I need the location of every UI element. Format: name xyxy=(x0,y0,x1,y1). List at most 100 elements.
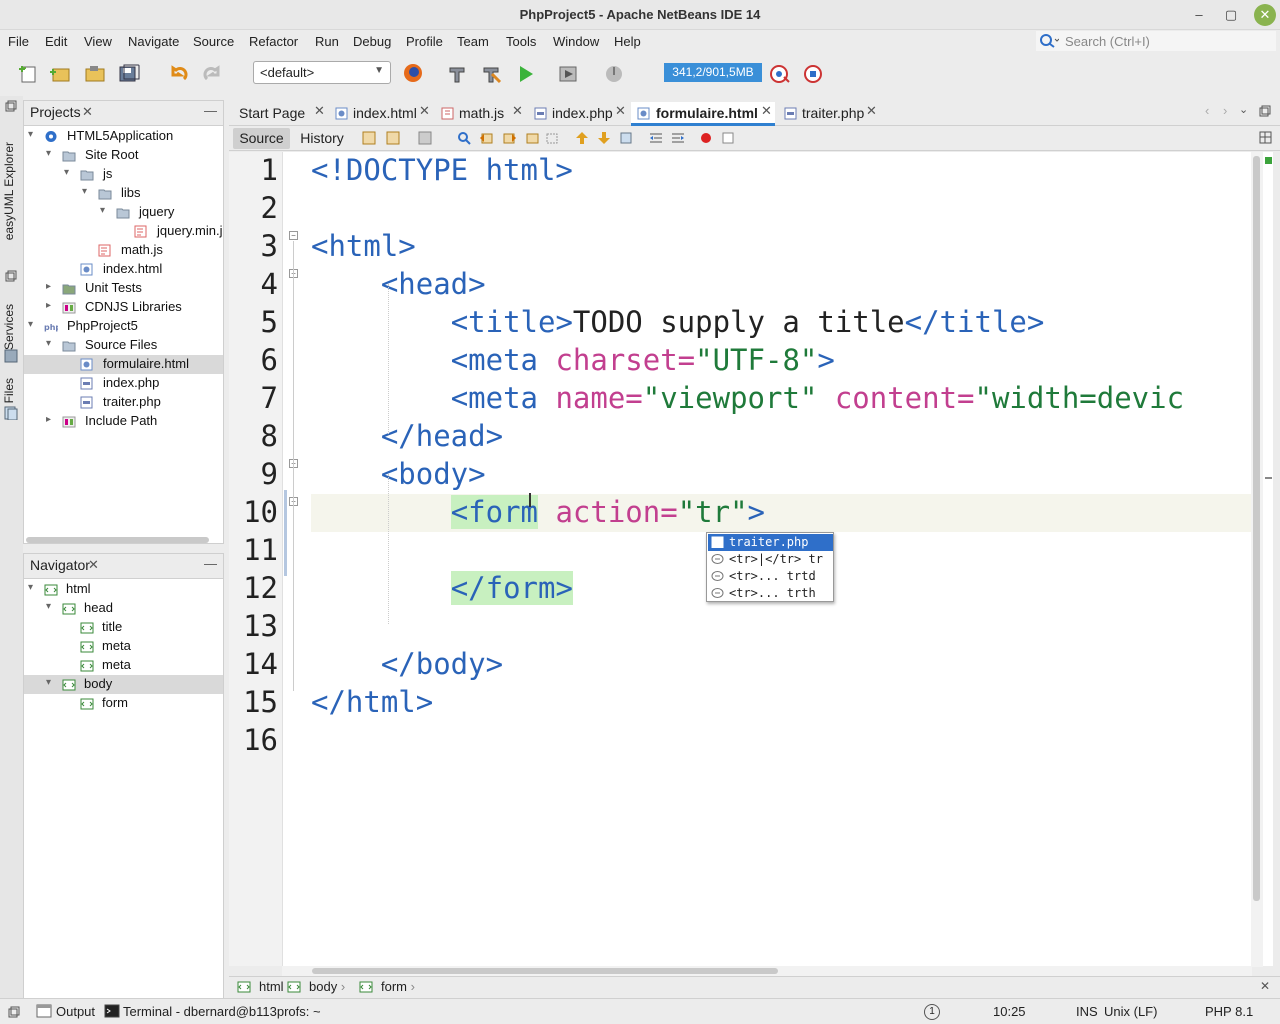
chevron-down-icon[interactable]: ▾ xyxy=(28,582,38,593)
next-bookmark-icon[interactable] xyxy=(597,131,612,145)
output-tab[interactable]: Output xyxy=(56,1004,95,1019)
menu-tools[interactable]: Tools xyxy=(506,34,536,49)
navigator-panel-title[interactable]: Navigator xyxy=(30,557,90,573)
tree-item[interactable]: formulaire.html xyxy=(24,355,223,374)
chevron-down-icon[interactable]: ▾ xyxy=(46,677,56,688)
navigator-item[interactable]: ▾ head xyxy=(24,599,223,618)
tree-item[interactable]: ▾ libs xyxy=(24,184,223,203)
fold-toggle[interactable]: − xyxy=(289,231,298,240)
tree-item[interactable]: index.php xyxy=(24,374,223,393)
save-all-icon[interactable] xyxy=(118,64,140,84)
close-icon[interactable]: ✕ xyxy=(82,104,93,120)
menu-file[interactable]: File xyxy=(8,34,29,49)
tree-item[interactable]: ▾ php PhpProject5 xyxy=(24,317,223,336)
redo-icon[interactable] xyxy=(202,64,224,84)
code-line[interactable]: <head> xyxy=(311,267,486,301)
completion-item[interactable]: <tr>... trtd xyxy=(708,568,833,585)
stop-macro-icon[interactable] xyxy=(721,131,736,145)
scroll-tabs-left-icon[interactable]: ‹ xyxy=(1205,103,1209,118)
tree-item[interactable]: ▸ Include Path xyxy=(24,412,223,431)
restore-window-icon[interactable] xyxy=(5,270,17,282)
record-macro-icon[interactable] xyxy=(699,131,714,145)
chevron-down-icon[interactable]: ▾ xyxy=(46,148,56,159)
code-line[interactable]: <title>TODO supply a title</title> xyxy=(311,305,1045,339)
menu-team[interactable]: Team xyxy=(457,34,489,49)
find-selection-icon[interactable] xyxy=(525,131,540,145)
horizontal-scrollbar[interactable] xyxy=(282,966,1252,976)
navigator-item[interactable]: form xyxy=(24,694,223,713)
menu-refactor[interactable]: Refactor xyxy=(249,34,298,49)
tab-math-js[interactable]: math.js ✕ xyxy=(437,102,527,126)
previous-bookmark-icon[interactable] xyxy=(575,131,590,145)
chevron-down-icon[interactable]: ▾ xyxy=(46,338,56,349)
search-input[interactable]: Search (Ctrl+I) xyxy=(1036,31,1276,51)
chevron-down-icon[interactable]: ▾ xyxy=(82,186,92,197)
php-version[interactable]: PHP 8.1 xyxy=(1205,1004,1253,1019)
side-tab-services[interactable]: Services xyxy=(2,304,16,350)
breadcrumb-item[interactable]: html › xyxy=(237,979,292,994)
projects-panel-title[interactable]: Projects xyxy=(30,104,81,120)
toggle-bookmark-icon[interactable] xyxy=(619,131,634,145)
error-stripe-caret-mark[interactable] xyxy=(1265,477,1272,479)
configuration-select[interactable]: <default> ▼ xyxy=(253,61,391,84)
build-icon[interactable] xyxy=(446,64,468,84)
code-line[interactable]: <meta charset="UTF-8"> xyxy=(311,343,835,377)
tab-formulaire-html[interactable]: formulaire.html ✕ xyxy=(631,102,775,126)
tree-item[interactable]: math.js xyxy=(24,241,223,260)
scroll-tabs-right-icon[interactable]: › xyxy=(1223,103,1227,118)
code-line[interactable]: <body> xyxy=(311,457,486,491)
close-icon[interactable]: ✕ xyxy=(761,103,772,119)
vertical-scrollbar[interactable] xyxy=(1251,152,1263,967)
terminal-tab[interactable]: Terminal - dbernard@b113profs: ~ xyxy=(123,1004,321,1019)
toggle-highlight-icon[interactable] xyxy=(545,131,560,145)
find-icon[interactable] xyxy=(457,131,472,145)
tree-item[interactable]: ▾ Source Files xyxy=(24,336,223,355)
error-stripe-ok-indicator[interactable] xyxy=(1265,157,1272,164)
chevron-down-icon[interactable]: ▾ xyxy=(46,601,56,612)
close-window-button[interactable]: ✕ xyxy=(1254,4,1276,26)
minimize-panel-icon[interactable]: — xyxy=(204,103,217,118)
profile-project-icon[interactable] xyxy=(604,64,626,84)
menu-debug[interactable]: Debug xyxy=(353,34,391,49)
new-file-icon[interactable] xyxy=(18,64,40,84)
tree-item[interactable]: index.html xyxy=(24,260,223,279)
insert-mode[interactable]: INS xyxy=(1076,1004,1098,1019)
breadcrumb-item[interactable]: form › xyxy=(359,979,415,994)
menu-source[interactable]: Source xyxy=(193,34,234,49)
horizontal-scrollbar[interactable] xyxy=(26,537,209,543)
find-previous-icon[interactable] xyxy=(479,131,494,145)
shift-right-icon[interactable] xyxy=(671,131,686,145)
chevron-down-icon[interactable]: ▾ xyxy=(28,129,38,140)
caret-position[interactable]: 10:25 xyxy=(993,1004,1026,1019)
tree-item[interactable]: ▾ js xyxy=(24,165,223,184)
tab-index-html[interactable]: index.html ✕ xyxy=(331,102,431,126)
menu-help[interactable]: Help xyxy=(614,34,641,49)
history-view-button[interactable]: History xyxy=(294,128,350,149)
menu-navigate[interactable]: Navigate xyxy=(128,34,179,49)
tree-item[interactable]: ▾ jquery xyxy=(24,203,223,222)
code-line[interactable]: </form> xyxy=(311,571,573,605)
line-endings[interactable]: Unix (LF) xyxy=(1104,1004,1157,1019)
breadcrumb-item[interactable]: body › xyxy=(287,979,345,994)
code-line[interactable]: <form action="tr"> xyxy=(311,495,765,529)
run-project-icon[interactable] xyxy=(516,64,538,84)
tab-start-page[interactable]: Start Page ✕ xyxy=(232,102,328,126)
tree-item[interactable]: ▸ Unit Tests xyxy=(24,279,223,298)
navigator-item[interactable]: meta xyxy=(24,656,223,675)
chevron-down-icon[interactable]: ▾ xyxy=(64,167,74,178)
tree-item[interactable]: traiter.php xyxy=(24,393,223,412)
new-project-icon[interactable] xyxy=(50,64,72,84)
scrollbar-thumb[interactable] xyxy=(1253,156,1260,901)
code-line[interactable]: </html> xyxy=(311,685,433,719)
navigator-item[interactable]: meta xyxy=(24,637,223,656)
forward-icon[interactable] xyxy=(418,131,433,145)
profile-ide-icon[interactable] xyxy=(802,64,824,84)
maximize-button[interactable]: ▢ xyxy=(1220,4,1242,26)
notifications-badge[interactable]: 1 xyxy=(924,1004,940,1020)
chevron-right-icon[interactable]: ▸ xyxy=(46,281,56,292)
restore-window-icon[interactable] xyxy=(8,1006,20,1018)
close-icon[interactable]: ✕ xyxy=(314,103,325,119)
find-next-icon[interactable] xyxy=(502,131,517,145)
close-icon[interactable]: ✕ xyxy=(419,103,430,119)
back-icon[interactable] xyxy=(386,131,401,145)
